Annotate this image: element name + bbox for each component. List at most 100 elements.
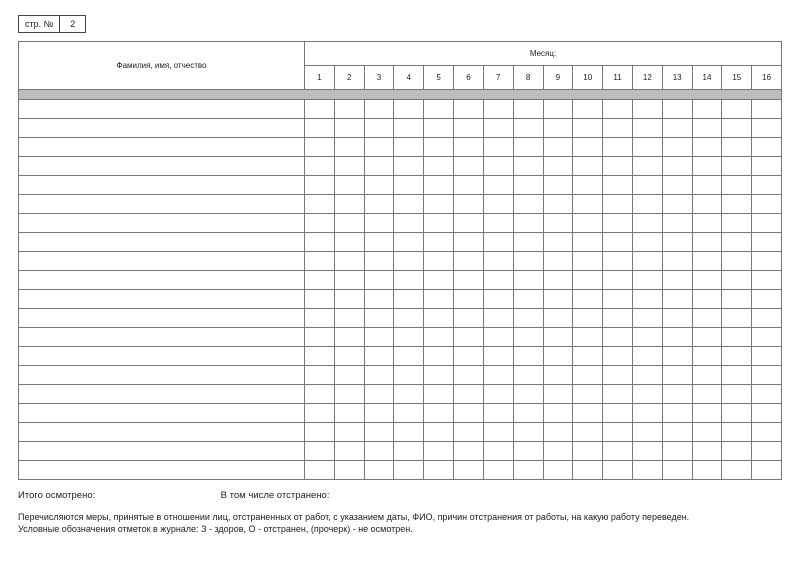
day-cell: [752, 176, 782, 195]
day-cell: [454, 347, 484, 366]
table-row: [19, 100, 782, 119]
day-cell: [424, 328, 454, 347]
day-cell: [394, 271, 424, 290]
day-cell: [692, 290, 722, 309]
day-cell: [632, 404, 662, 423]
table-row: [19, 138, 782, 157]
day-cell: [692, 252, 722, 271]
table-row: [19, 119, 782, 138]
day-cell: [573, 404, 603, 423]
day-cell: [364, 366, 394, 385]
day-cell: [603, 347, 633, 366]
day-cell: [424, 461, 454, 480]
day-cell: [543, 290, 573, 309]
day-cell: [364, 271, 394, 290]
day-cell: [543, 252, 573, 271]
day-cell: [752, 138, 782, 157]
day-cell: [752, 309, 782, 328]
day-cell: [573, 328, 603, 347]
day-cell: [364, 404, 394, 423]
day-cell: [334, 461, 364, 480]
day-cell: [752, 195, 782, 214]
day-cell: [573, 252, 603, 271]
day-cell: [394, 404, 424, 423]
day-cell: [692, 347, 722, 366]
day-cell: [752, 404, 782, 423]
day-cell: [543, 176, 573, 195]
day-cell: [305, 157, 335, 176]
day-cell: [334, 119, 364, 138]
day-cell: [632, 157, 662, 176]
day-cell: [483, 347, 513, 366]
day-cell: [573, 271, 603, 290]
name-cell: [19, 252, 305, 271]
day-cell: [334, 290, 364, 309]
day-cell: [632, 461, 662, 480]
day-cell: [603, 366, 633, 385]
day-cell: [454, 385, 484, 404]
day-cell: [543, 442, 573, 461]
day-cell: [305, 328, 335, 347]
day-cell: [364, 290, 394, 309]
day-cell: [692, 461, 722, 480]
day-cell: [632, 233, 662, 252]
day-cell: [603, 309, 633, 328]
col-header-day: 11: [603, 66, 633, 90]
day-cell: [513, 404, 543, 423]
day-cell: [662, 309, 692, 328]
day-cell: [513, 176, 543, 195]
day-cell: [305, 252, 335, 271]
day-cell: [573, 138, 603, 157]
day-cell: [483, 442, 513, 461]
page-number: 2: [60, 16, 85, 32]
day-cell: [454, 195, 484, 214]
day-cell: [394, 100, 424, 119]
day-cell: [394, 157, 424, 176]
name-cell: [19, 404, 305, 423]
day-cell: [483, 328, 513, 347]
day-cell: [334, 252, 364, 271]
table-row: [19, 328, 782, 347]
day-cell: [364, 214, 394, 233]
day-cell: [573, 423, 603, 442]
day-cell: [603, 138, 633, 157]
day-cell: [752, 290, 782, 309]
day-cell: [752, 119, 782, 138]
day-cell: [305, 195, 335, 214]
total-suspended-label: В том числе отстранено:: [221, 490, 330, 501]
day-cell: [483, 176, 513, 195]
name-cell: [19, 176, 305, 195]
day-cell: [632, 214, 662, 233]
day-cell: [483, 233, 513, 252]
name-cell: [19, 233, 305, 252]
day-cell: [543, 347, 573, 366]
day-cell: [513, 214, 543, 233]
table-row: [19, 252, 782, 271]
day-cell: [722, 290, 752, 309]
day-cell: [454, 309, 484, 328]
day-cell: [603, 385, 633, 404]
day-cell: [483, 100, 513, 119]
day-cell: [483, 290, 513, 309]
day-cell: [364, 328, 394, 347]
col-header-day: 8: [513, 66, 543, 90]
day-cell: [662, 157, 692, 176]
col-header-day: 12: [632, 66, 662, 90]
name-cell: [19, 423, 305, 442]
day-cell: [424, 271, 454, 290]
day-cell: [692, 385, 722, 404]
day-cell: [603, 442, 633, 461]
name-cell: [19, 442, 305, 461]
day-cell: [722, 119, 752, 138]
day-cell: [513, 195, 543, 214]
day-cell: [513, 157, 543, 176]
day-cell: [483, 385, 513, 404]
day-cell: [334, 233, 364, 252]
day-cell: [394, 461, 424, 480]
day-cell: [364, 442, 394, 461]
day-cell: [305, 461, 335, 480]
day-cell: [722, 252, 752, 271]
day-cell: [692, 423, 722, 442]
day-cell: [364, 309, 394, 328]
day-cell: [305, 271, 335, 290]
